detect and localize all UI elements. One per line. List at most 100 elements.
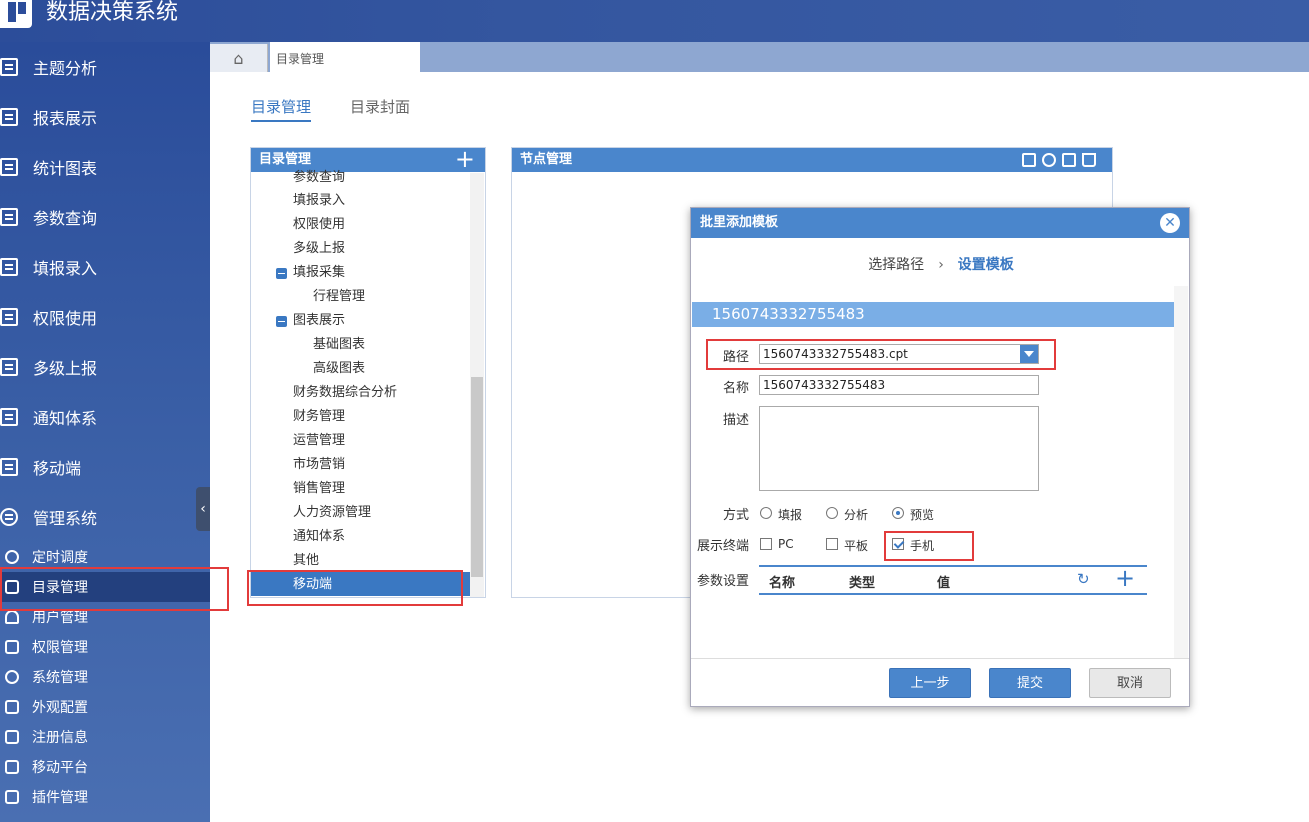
tree-item[interactable]: 填报采集 (293, 263, 345, 283)
highlight-mobile-node (247, 570, 463, 606)
param-col-name: 名称 (769, 576, 796, 591)
node-panel-header: 节点管理 (512, 148, 1112, 172)
sidebar-sub-appearance[interactable]: 外观配置 (0, 692, 210, 722)
params-label: 参数设置 (696, 574, 749, 589)
sidebar-item-multi-report[interactable]: 多级上报 (0, 342, 210, 392)
top-header: 数据决策系统 (0, 0, 1309, 42)
tree-item[interactable]: 销售管理 (293, 479, 345, 499)
terminal-option-label: PC (778, 537, 794, 551)
name-label: 名称 (722, 381, 749, 396)
cancel-button[interactable]: 取消 (1089, 668, 1171, 698)
sidebar-item-theme-analysis[interactable]: 主题分析 (0, 42, 210, 92)
sidebar-item-management[interactable]: 管理系统 (0, 492, 210, 542)
terminal-label: 展示终端 (696, 539, 749, 554)
tree-item[interactable]: 财务管理 (293, 407, 345, 427)
sidebar-sub-registration[interactable]: 注册信息 (0, 722, 210, 752)
terminal-checkbox-pc[interactable] (760, 538, 772, 550)
sidebar: 主题分析 报表展示 统计图表 参数查询 填报录入 权限使用 多级上报 通知体系 … (0, 42, 210, 822)
register-icon (5, 730, 19, 744)
step-select-path: 选择路径 (868, 257, 925, 273)
link-icon[interactable] (1042, 153, 1056, 167)
home-tab[interactable]: ⌂ (210, 44, 268, 72)
tree-item[interactable]: 运营管理 (293, 431, 345, 451)
logo-icon (0, 0, 32, 28)
subtab-cover[interactable]: 目录封面 (350, 96, 410, 122)
description-textarea[interactable] (759, 406, 1039, 491)
terminal-checkbox-tablet[interactable] (826, 538, 838, 550)
report-icon (0, 308, 18, 326)
dialog-footer: 上一步 提交 取消 (691, 658, 1189, 707)
collapse-icon[interactable] (276, 316, 287, 327)
tree-item[interactable]: 市场营销 (293, 455, 345, 475)
chevron-right-icon: › (938, 257, 944, 273)
sidebar-sub-permissions[interactable]: 权限管理 (0, 632, 210, 662)
sidebar-item-report-display[interactable]: 报表展示 (0, 92, 210, 142)
tree-item[interactable]: 权限使用 (293, 215, 345, 235)
chart-icon[interactable] (1022, 153, 1036, 167)
tab-strip: ⌂ 目录管理 (210, 42, 1309, 72)
mode-radio-analysis[interactable] (826, 507, 838, 519)
refresh-icon[interactable]: ↻ (1077, 570, 1090, 588)
gear-icon (5, 670, 19, 684)
mode-option-label: 预览 (910, 508, 935, 522)
tree-item[interactable]: 财务数据综合分析 (293, 383, 397, 403)
tree-item[interactable]: 通知体系 (293, 527, 345, 547)
mode-radio-preview[interactable] (892, 507, 904, 519)
report-icon (0, 158, 18, 176)
report-icon (0, 458, 18, 476)
tree-item[interactable]: 高级图表 (313, 359, 365, 379)
chevron-left-icon: ‹ (200, 501, 206, 517)
edit-icon[interactable] (1062, 153, 1076, 167)
user-icon (5, 610, 19, 624)
sidebar-sub-system[interactable]: 系统管理 (0, 662, 210, 692)
subtab-directory[interactable]: 目录管理 (251, 96, 312, 122)
tree-item[interactable]: 人力资源管理 (293, 503, 371, 523)
phone-icon (5, 760, 19, 774)
tree-item[interactable]: 行程管理 (313, 287, 365, 307)
tab-directory-management[interactable]: 目录管理 (270, 42, 420, 72)
mode-option-label: 分析 (844, 508, 869, 522)
tree-item[interactable]: 基础图表 (313, 335, 365, 355)
report-icon (0, 408, 18, 426)
scrollbar-thumb[interactable] (471, 377, 483, 577)
directory-scrollbar[interactable] (470, 173, 484, 597)
sidebar-item-fill-entry[interactable]: 填报录入 (0, 242, 210, 292)
param-col-value: 值 (937, 576, 951, 591)
wizard-steps: 选择路径 › 设置模板 (691, 254, 1191, 274)
report-icon (0, 258, 18, 276)
mode-radio-fill[interactable] (760, 507, 772, 519)
sidebar-item-notification[interactable]: 通知体系 (0, 392, 210, 442)
home-icon: ⌂ (233, 48, 244, 68)
prev-step-button[interactable]: 上一步 (889, 668, 971, 698)
collapse-icon[interactable] (276, 268, 287, 279)
directory-panel-header: 目录管理 + (251, 147, 485, 172)
tree-item[interactable]: 其他 (293, 551, 319, 571)
add-icon[interactable]: + (455, 147, 475, 171)
mode-label: 方式 (722, 508, 749, 523)
sidebar-item-permission-use[interactable]: 权限使用 (0, 292, 210, 342)
sidebar-item-param-query[interactable]: 参数查询 (0, 192, 210, 242)
plugin-icon (5, 790, 19, 804)
tree-item[interactable]: 多级上报 (293, 239, 345, 259)
report-icon (0, 358, 18, 376)
paint-roller-icon (5, 700, 19, 714)
tree-item[interactable]: 图表展示 (293, 311, 345, 331)
add-icon[interactable]: + (1115, 564, 1135, 592)
sidebar-collapse-button[interactable]: ‹ (196, 487, 210, 531)
tree-item[interactable]: 填报录入 (293, 191, 345, 211)
name-input[interactable]: 1560743332755483 (759, 375, 1039, 395)
dialog-header: 批里添加模板 ✕ (691, 208, 1189, 238)
close-icon[interactable]: ✕ (1160, 213, 1180, 233)
dialog-title: 批里添加模板 (700, 215, 779, 230)
template-id-banner: 1560743332755483 (692, 302, 1174, 327)
submit-button[interactable]: 提交 (989, 668, 1071, 698)
directory-panel: 目录管理 + 参数查询 填报录入 权限使用 多级上报 填报采集 行程管理 图表展… (250, 147, 486, 598)
tree-item[interactable]: 参数查询 (293, 168, 345, 188)
sidebar-item-stat-charts[interactable]: 统计图表 (0, 142, 210, 192)
trash-icon[interactable] (1082, 153, 1096, 167)
gear-icon (0, 508, 18, 526)
sidebar-sub-mobile-platform[interactable]: 移动平台 (0, 752, 210, 782)
sidebar-sub-plugins[interactable]: 插件管理 (0, 782, 210, 812)
sidebar-item-mobile[interactable]: 移动端 (0, 442, 210, 492)
dialog-scrollbar[interactable] (1174, 286, 1188, 658)
